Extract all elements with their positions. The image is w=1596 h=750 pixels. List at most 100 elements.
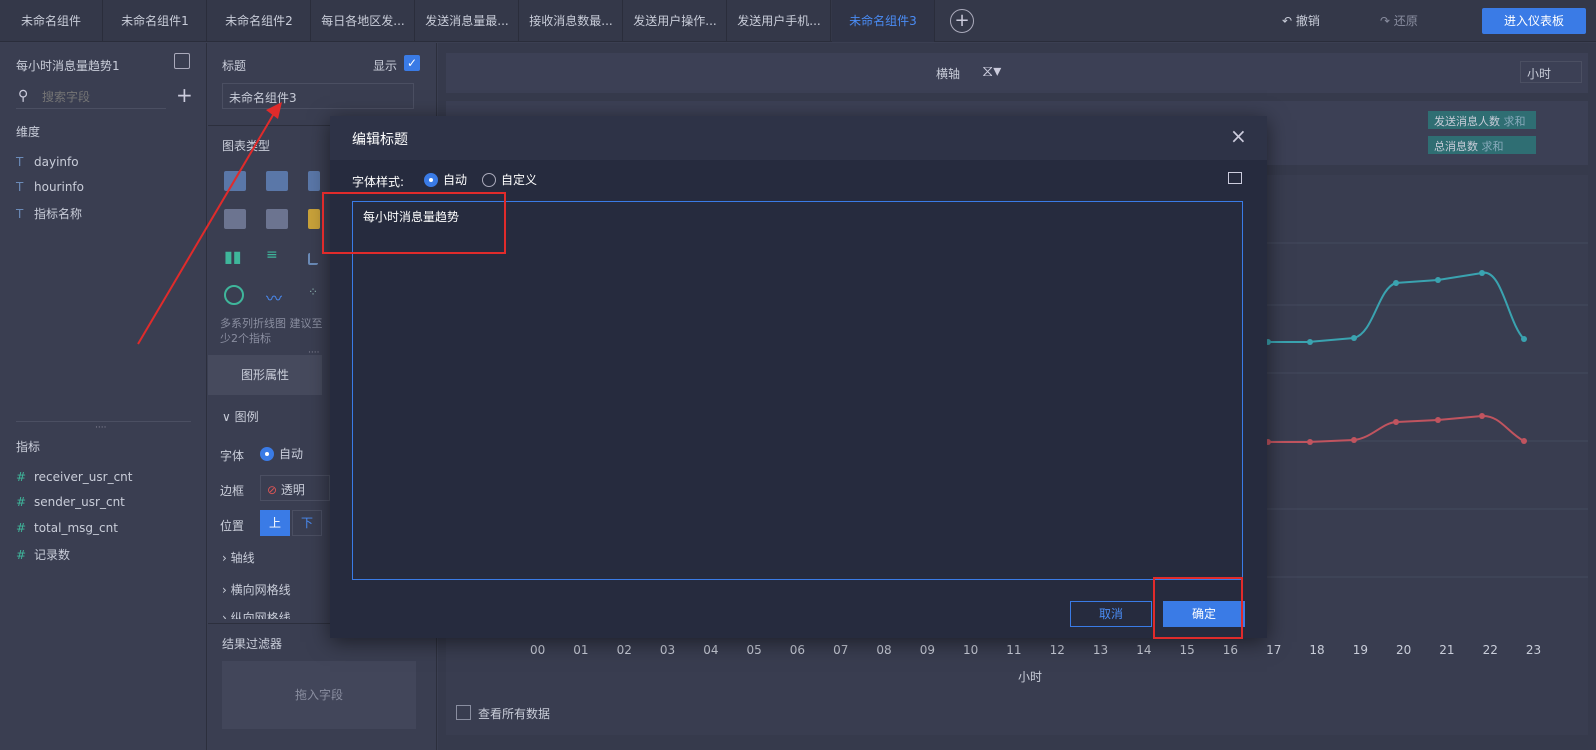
x-tick-label: 07	[833, 643, 849, 657]
add-tab-icon[interactable]: +	[950, 9, 974, 33]
tab-item[interactable]: 未命名组件2	[208, 0, 311, 42]
title-input[interactable]: 未命名组件3	[222, 83, 414, 109]
insert-field-icon[interactable]	[1228, 172, 1242, 184]
data-point	[1479, 413, 1485, 419]
hgrid-section[interactable]: › 横向网格线	[222, 581, 291, 598]
x-tick-label: 01	[573, 643, 589, 657]
legend-section[interactable]: ∨ 图例	[222, 408, 259, 425]
dimension-item[interactable]: Thourinfo	[16, 180, 84, 194]
tab-item[interactable]: 每日各地区发...	[312, 0, 415, 42]
dimension-item[interactable]: Tdayinfo	[16, 155, 79, 169]
radio-label: 自动	[443, 173, 468, 187]
chevron-right-icon: ›	[222, 551, 231, 565]
cancel-button[interactable]: 取消	[1070, 601, 1152, 627]
title-label: 标题	[222, 59, 247, 73]
x-tick-label: 09	[919, 643, 935, 657]
x-tick-label: 12	[1049, 643, 1065, 657]
section-label: 纵向网格线	[230, 611, 291, 619]
text-type-icon: T	[16, 180, 24, 194]
radio-selected-icon	[260, 447, 274, 461]
radio-label: 自定义	[501, 173, 538, 187]
tab-item[interactable]: 未命名组件1	[104, 0, 207, 42]
data-point	[1307, 339, 1313, 345]
x-tick-label: 11	[1006, 643, 1022, 657]
chevron-down-icon: ∨	[222, 410, 235, 424]
grouped-table-icon[interactable]	[224, 209, 246, 229]
border-select[interactable]: ⊘ 透明	[260, 475, 330, 501]
x-tick-label: 03	[659, 643, 676, 657]
auto-radio[interactable]: 自动	[424, 171, 467, 188]
undo-button[interactable]: ↶ 撤销	[1282, 0, 1320, 42]
vgrid-section[interactable]: › 纵向网格线	[222, 609, 291, 619]
series-points-1	[1265, 270, 1527, 345]
undo-label: 撤销	[1295, 14, 1320, 28]
annotation-box	[1153, 577, 1243, 639]
radar-chart-icon[interactable]	[224, 285, 244, 305]
radio-empty-icon	[482, 173, 496, 187]
view-all-checkbox[interactable]	[456, 705, 471, 720]
crosstab-chart-icon[interactable]	[266, 171, 288, 191]
enter-dashboard-button[interactable]: 进入仪表板	[1482, 8, 1586, 34]
combo-chart-icon[interactable]	[308, 253, 318, 265]
table-chart-icon[interactable]	[224, 171, 246, 191]
font-auto-radio[interactable]: 自动	[260, 445, 303, 462]
scatter-chart-icon[interactable]: ⁘	[308, 285, 330, 305]
heatmap-icon[interactable]	[308, 209, 320, 229]
show-title-checkbox[interactable]: ✓	[404, 55, 420, 71]
stacked-bar-icon[interactable]: ≡	[266, 247, 288, 267]
x-tick-label: 08	[876, 643, 892, 657]
metric-item[interactable]: # total_msg_cnt	[16, 521, 118, 535]
font-label: 字体	[220, 449, 245, 463]
metric-item[interactable]: # receiver_usr_cnt	[16, 470, 132, 484]
tab-item[interactable]: 发送用户操作...	[624, 0, 727, 42]
undo-icon: ↶	[1282, 14, 1296, 28]
chevron-right-icon: ›	[222, 583, 231, 597]
dimension-item[interactable]: T 指标名称	[16, 205, 82, 222]
annotation-box	[322, 192, 506, 254]
x-tick-label: 10	[963, 643, 979, 657]
text-type-icon: T	[16, 155, 24, 169]
axis-section[interactable]: › 轴线	[222, 549, 255, 566]
tab-item[interactable]: 未命名组件	[0, 0, 103, 42]
tab-item[interactable]: 发送用户手机...	[728, 0, 831, 42]
show-label: 显示	[373, 59, 398, 73]
resize-handle[interactable]: ····	[95, 423, 106, 433]
chevron-right-icon: ›	[222, 611, 231, 619]
data-point	[1393, 280, 1399, 286]
title-textarea[interactable]: 每小时消息量趋势	[352, 201, 1243, 580]
x-tick-label: 05	[746, 643, 762, 657]
detail-table-icon[interactable]	[308, 171, 320, 191]
redo-icon: ↷	[1380, 14, 1394, 28]
no-color-icon: ⊘	[267, 483, 281, 497]
data-point	[1351, 335, 1357, 341]
tab-item[interactable]: 接收消息数最...	[520, 0, 623, 42]
add-field-icon[interactable]: +	[176, 83, 193, 107]
data-point	[1393, 419, 1399, 425]
tab-active[interactable]: 未命名组件3	[832, 0, 935, 42]
switch-dataset-icon[interactable]	[174, 53, 190, 69]
position-top-button[interactable]: 上	[260, 510, 290, 536]
tab-item[interactable]: 发送消息量最...	[416, 0, 519, 42]
data-point	[1435, 277, 1441, 283]
search-field-box[interactable]: ⚲	[16, 85, 166, 109]
metric-item[interactable]: # 记录数	[16, 546, 70, 563]
redo-button[interactable]: ↷ 还原	[1380, 0, 1418, 42]
close-icon[interactable]: ×	[1230, 124, 1247, 148]
x-tick-label: 18	[1309, 643, 1325, 657]
bar-chart-icon[interactable]: ▮▮	[224, 247, 246, 267]
series-line-2	[1245, 414, 1525, 454]
line-chart-icon[interactable]: 〰	[266, 285, 288, 308]
number-type-icon: #	[16, 495, 27, 509]
position-bottom-button[interactable]: 下	[292, 510, 322, 536]
drop-field-zone[interactable]: 拖入字段	[222, 661, 416, 729]
edit-title-dialog: 编辑标题 × 字体样式: 自动 自定义 每小时消息量趋势 取消 确定	[322, 116, 1267, 639]
kpi-card-icon[interactable]	[266, 209, 288, 229]
search-input[interactable]	[42, 87, 162, 107]
field-name: 记录数	[34, 548, 71, 562]
x-tick-label: 14	[1136, 643, 1152, 657]
tab-graph-properties[interactable]: 图形属性	[208, 355, 322, 395]
metric-item[interactable]: # sender_usr_cnt	[16, 495, 125, 509]
series-line-1	[1245, 271, 1525, 358]
custom-radio[interactable]: 自定义	[482, 171, 537, 188]
field-name: dayinfo	[34, 155, 79, 169]
